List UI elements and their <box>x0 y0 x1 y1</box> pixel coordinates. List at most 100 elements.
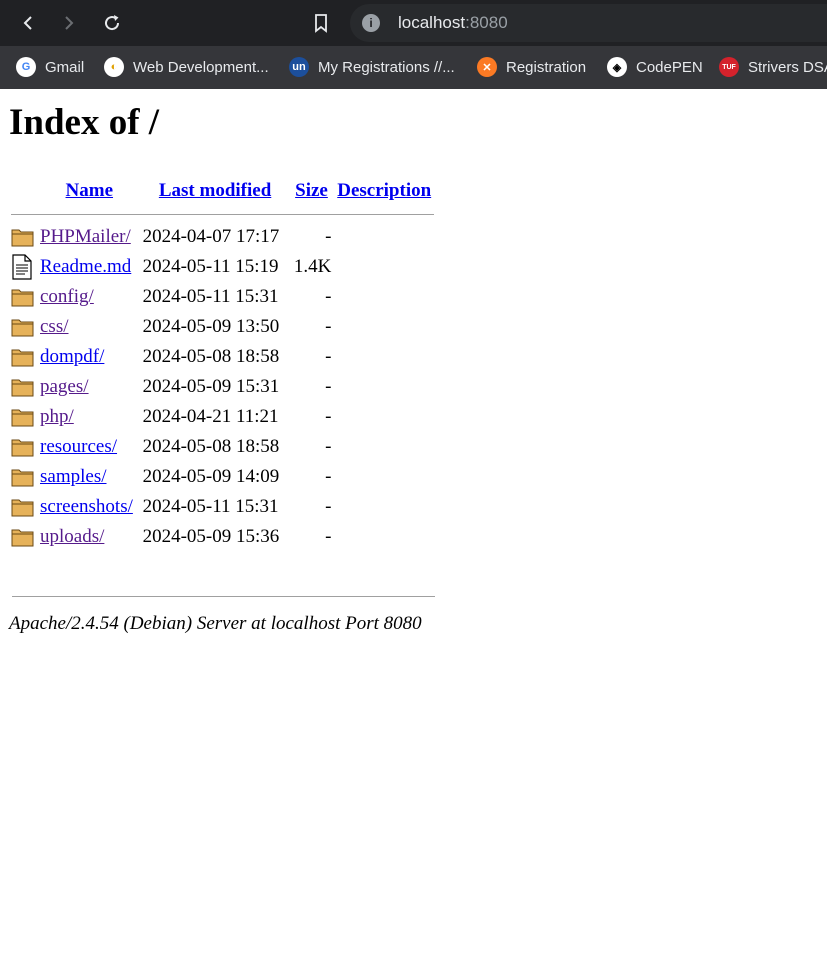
entry-name-cell: samples/ <box>39 463 140 491</box>
bookmark-button[interactable] <box>306 8 336 38</box>
entry-size: - <box>325 526 332 547</box>
bookmark-item[interactable]: un My Registrations //... <box>289 55 455 79</box>
table-row: samples/2024-05-09 14:09 - <box>11 463 434 491</box>
sort-by-name-link[interactable]: Name <box>66 180 113 201</box>
folder-icon <box>11 463 37 491</box>
entry-link[interactable]: dompdf/ <box>40 346 104 367</box>
entry-link[interactable]: config/ <box>40 286 94 307</box>
entry-last-modified: 2024-04-07 17:17 <box>142 226 280 247</box>
folder-icon <box>11 223 37 251</box>
server-signature: Apache/2.4.54 (Debian) Server at localho… <box>9 613 422 634</box>
entry-description <box>334 313 434 341</box>
entry-size: - <box>325 226 332 247</box>
url-host: localhost <box>398 13 466 32</box>
entry-description <box>334 493 434 521</box>
entry-name-cell: PHPMailer/ <box>39 223 140 251</box>
table-row: css/2024-05-09 13:50 - <box>11 313 434 341</box>
entry-size: - <box>325 466 332 487</box>
back-button[interactable] <box>13 8 43 38</box>
folder-icon <box>11 313 37 341</box>
reload-button[interactable] <box>97 8 127 38</box>
entry-link[interactable]: screenshots/ <box>40 496 133 517</box>
listing-rows: PHPMailer/2024-04-07 17:17 - Readme.md 2024… <box>11 223 434 551</box>
entry-link[interactable]: samples/ <box>40 466 107 487</box>
entry-link[interactable]: uploads/ <box>40 526 104 547</box>
gmail-icon: G <box>16 57 36 77</box>
table-row: php/2024-04-21 11:21 - <box>11 403 434 431</box>
back-arrow-icon <box>23 16 32 30</box>
header-icon-cell <box>11 177 37 205</box>
entry-name-cell: php/ <box>39 403 140 431</box>
entry-last-modified: 2024-05-08 18:58 <box>142 346 280 367</box>
table-row: dompdf/2024-05-08 18:58 - <box>11 343 434 371</box>
bookmark-label: Gmail <box>45 58 85 76</box>
folder-icon <box>11 493 37 521</box>
bookmark-item[interactable]: ◐ Web Development... <box>104 55 269 79</box>
entry-name-cell: resources/ <box>39 433 140 461</box>
sort-by-description-link[interactable]: Description <box>337 180 431 201</box>
folder-icon <box>11 283 37 311</box>
folder-icon <box>11 343 37 371</box>
tuf-icon: TUF <box>719 57 739 77</box>
codepen-icon: ◈ <box>607 57 627 77</box>
bookmark-item[interactable]: ✕ Registration <box>477 55 586 79</box>
entry-size: - <box>325 496 332 517</box>
folder-icon <box>11 403 37 431</box>
entry-size: - <box>325 316 332 337</box>
bookmark-item[interactable]: G Gmail <box>16 55 84 79</box>
entry-description <box>334 343 434 371</box>
entry-last-modified: 2024-05-09 15:36 <box>142 526 280 547</box>
entry-size: - <box>325 406 332 427</box>
table-row: config/2024-05-11 15:31 - <box>11 283 434 311</box>
entry-description <box>334 403 434 431</box>
bookmarks-bar: G Gmail ◐ Web Development... un My Registrati… <box>0 46 827 89</box>
address-bar[interactable]: i localhost:8080 <box>350 4 827 42</box>
header-name: Name <box>39 177 140 205</box>
entry-last-modified: 2024-05-11 15:31 <box>142 286 279 307</box>
bookmark-item[interactable]: TUF Strivers DSA <box>719 55 827 79</box>
table-row: resources/2024-05-08 18:58 - <box>11 433 434 461</box>
entry-description <box>334 373 434 401</box>
entry-link[interactable]: PHPMailer/ <box>40 226 131 247</box>
table-row: PHPMailer/2024-04-07 17:17 - <box>11 223 434 251</box>
entry-link[interactable]: Readme.md <box>40 256 131 277</box>
entry-last-modified: 2024-05-09 14:09 <box>142 466 280 487</box>
forward-button[interactable] <box>54 8 84 38</box>
header-last-modified: Last modified <box>142 177 289 205</box>
directory-listing: Name Last modified Size Description PHPM… <box>9 175 436 553</box>
sort-by-size-link[interactable]: Size <box>295 180 328 201</box>
web-dev-icon: ◐ <box>104 57 124 77</box>
browser-toolbar: i localhost:8080 <box>0 0 827 46</box>
entry-last-modified: 2024-05-08 18:58 <box>142 436 280 457</box>
bookmark-label: My Registrations //... <box>318 58 455 76</box>
entry-description <box>334 433 434 461</box>
reload-icon <box>105 15 120 31</box>
folder-icon <box>11 373 37 401</box>
entry-link[interactable]: resources/ <box>40 436 117 457</box>
browser-chrome: i localhost:8080 G Gmail ◐ Web Development.… <box>0 0 827 89</box>
xampp-icon: ✕ <box>477 57 497 77</box>
address-url[interactable]: localhost:8080 <box>398 13 508 33</box>
sort-by-last-modified-link[interactable]: Last modified <box>159 180 271 201</box>
entry-description <box>334 223 434 251</box>
site-info-icon[interactable]: i <box>362 14 380 32</box>
header-separator-row <box>11 207 434 221</box>
entry-last-modified: 2024-05-09 13:50 <box>142 316 280 337</box>
entry-link[interactable]: pages/ <box>40 376 89 397</box>
header-divider <box>11 213 434 215</box>
entry-link[interactable]: css/ <box>40 316 69 337</box>
entry-last-modified: 2024-05-11 15:31 <box>142 496 279 517</box>
bookmark-item[interactable]: ◈ CodePEN <box>607 55 703 79</box>
entry-size: - <box>325 286 332 307</box>
folder-icon <box>11 523 37 551</box>
entry-name-cell: config/ <box>39 283 140 311</box>
header-description: Description <box>334 177 434 205</box>
bookmark-label: CodePEN <box>636 58 703 76</box>
entry-link[interactable]: php/ <box>40 406 74 427</box>
bookmark-label: Strivers DSA <box>748 58 827 76</box>
page-title: Index of / <box>9 102 160 143</box>
entry-description <box>334 523 434 551</box>
entry-size: 1.4K <box>293 256 332 277</box>
table-row: pages/2024-05-09 15:31 - <box>11 373 434 401</box>
bookmark-label: Web Development... <box>133 58 269 76</box>
